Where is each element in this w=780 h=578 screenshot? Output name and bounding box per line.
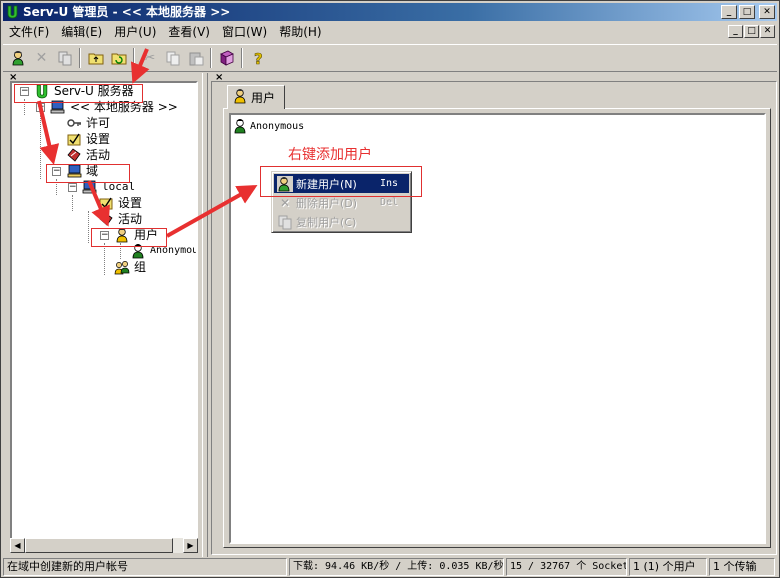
expander-local[interactable]: − <box>68 183 77 192</box>
toolbar-separator <box>241 48 243 68</box>
tree-line <box>40 115 41 179</box>
expander-server[interactable]: − <box>36 103 45 112</box>
copy-user-icon[interactable] <box>53 47 76 69</box>
copy-user-icon <box>277 214 293 230</box>
toolbar-separator <box>133 48 135 68</box>
tree-item-domain-settings[interactable]: 设置 <box>98 195 143 211</box>
status-transfers: 1 个传输 <box>709 558 775 576</box>
context-menu-label: 复制用户(C) <box>296 215 357 229</box>
tree-line <box>72 195 73 211</box>
toolbar: ✕ ✂ ? <box>3 44 777 72</box>
context-menu-shortcut: Del <box>380 197 399 208</box>
pane-splitter[interactable] <box>202 73 208 557</box>
tree-label: 设置 <box>118 196 143 210</box>
annotation-box-users <box>91 228 167 247</box>
tab-users[interactable]: 用户 <box>227 85 285 109</box>
activity-icon <box>66 147 82 163</box>
mdi-restore-button[interactable]: □ <box>744 25 759 38</box>
window-title: Serv-U 管理员 - << 本地服务器 >> <box>23 5 231 19</box>
tab-label: 用户 <box>251 91 276 105</box>
status-bar: 在域中创建新的用户帐号 下载: 94.46 KB/秒 / 上传: 0.035 K… <box>3 558 777 577</box>
settings-check-icon <box>66 131 82 147</box>
toolbar-separator <box>79 48 81 68</box>
scroll-right-icon[interactable]: ▶ <box>183 538 198 553</box>
tree-line <box>88 211 89 243</box>
activity-icon <box>98 211 114 227</box>
tree-label: 许可 <box>86 116 111 130</box>
settings-check-icon <box>98 195 114 211</box>
annotation-text: 右键添加用户 <box>288 147 372 163</box>
servu-logo-icon <box>7 5 18 19</box>
paste-icon[interactable] <box>184 47 207 69</box>
server-tree: − Serv-U 服务器 − << 本地服务器 >> 许可 设置 活动 − 域 … <box>10 81 198 553</box>
menu-help[interactable]: 帮助(H) <box>273 23 327 42</box>
tree-label: 活动 <box>86 148 111 162</box>
tree-line <box>104 243 105 275</box>
minimize-button[interactable]: _ <box>721 5 737 19</box>
tree-item-activity[interactable]: 活动 <box>66 147 111 163</box>
annotation-box-domains <box>46 164 130 183</box>
toolbar-separator <box>210 48 212 68</box>
menu-file[interactable]: 文件(F) <box>3 23 55 42</box>
list-item-label: Anonymous <box>250 120 305 132</box>
main-window: Serv-U 管理员 - << 本地服务器 >> _ □ ✕ 文件(F) 编辑(… <box>0 0 780 578</box>
annotation-box-new-user <box>260 166 422 197</box>
status-speed: 下载: 94.46 KB/秒 / 上传: 0.035 KB/秒 <box>289 558 504 576</box>
tree-label: 设置 <box>86 132 111 146</box>
new-user-icon[interactable] <box>7 47 30 69</box>
tree-label: 活动 <box>118 212 143 226</box>
svg-text:?: ? <box>254 50 263 66</box>
maximize-button[interactable]: □ <box>739 5 755 19</box>
annotation-box-root <box>14 84 143 103</box>
status-sockets: 15 / 32767 个 Socket <box>506 558 627 576</box>
close-button[interactable]: ✕ <box>759 5 775 19</box>
tree-item-license[interactable]: 许可 <box>66 115 111 131</box>
user-icon <box>232 118 248 134</box>
tree-horizontal-scrollbar[interactable]: ◀ ▶ <box>10 538 198 553</box>
up-folder-icon[interactable] <box>84 47 107 69</box>
book-icon[interactable] <box>215 47 238 69</box>
scrollbar-thumb[interactable] <box>25 538 173 553</box>
refresh-icon[interactable] <box>107 47 130 69</box>
tree-label: 组 <box>134 260 147 274</box>
groups-icon <box>114 259 130 275</box>
mdi-close-button[interactable]: ✕ <box>760 25 775 38</box>
context-menu-copy-user[interactable]: 复制用户(C) <box>274 212 409 231</box>
delete-icon[interactable]: ✕ <box>30 47 53 69</box>
menu-user[interactable]: 用户(U) <box>108 23 162 42</box>
status-hint: 在域中创建新的用户帐号 <box>3 558 287 576</box>
menu-view[interactable]: 查看(V) <box>162 23 216 42</box>
copy-icon[interactable] <box>161 47 184 69</box>
mdi-controls: _ □ ✕ <box>728 25 775 38</box>
status-users: 1 (1) 个用户 <box>629 558 707 576</box>
title-bar[interactable]: Serv-U 管理员 - << 本地服务器 >> _ □ ✕ <box>3 3 777 21</box>
cut-icon[interactable]: ✂ <box>138 47 161 69</box>
tree-item-groups[interactable]: 组 <box>114 259 147 275</box>
menu-window[interactable]: 窗口(W) <box>216 23 273 42</box>
key-icon <box>66 115 82 131</box>
scroll-left-icon[interactable]: ◀ <box>10 538 25 553</box>
tree-item-domain-activity[interactable]: 活动 <box>98 211 143 227</box>
help-icon[interactable]: ? <box>246 47 269 69</box>
menu-edit[interactable]: 编辑(E) <box>55 23 108 42</box>
menu-bar: 文件(F) 编辑(E) 用户(U) 查看(V) 窗口(W) 帮助(H) <box>3 23 328 42</box>
users-icon <box>232 88 248 107</box>
list-item[interactable]: Anonymous <box>232 118 304 134</box>
mdi-minimize-button[interactable]: _ <box>728 25 743 38</box>
tree-item-settings[interactable]: 设置 <box>66 131 111 147</box>
